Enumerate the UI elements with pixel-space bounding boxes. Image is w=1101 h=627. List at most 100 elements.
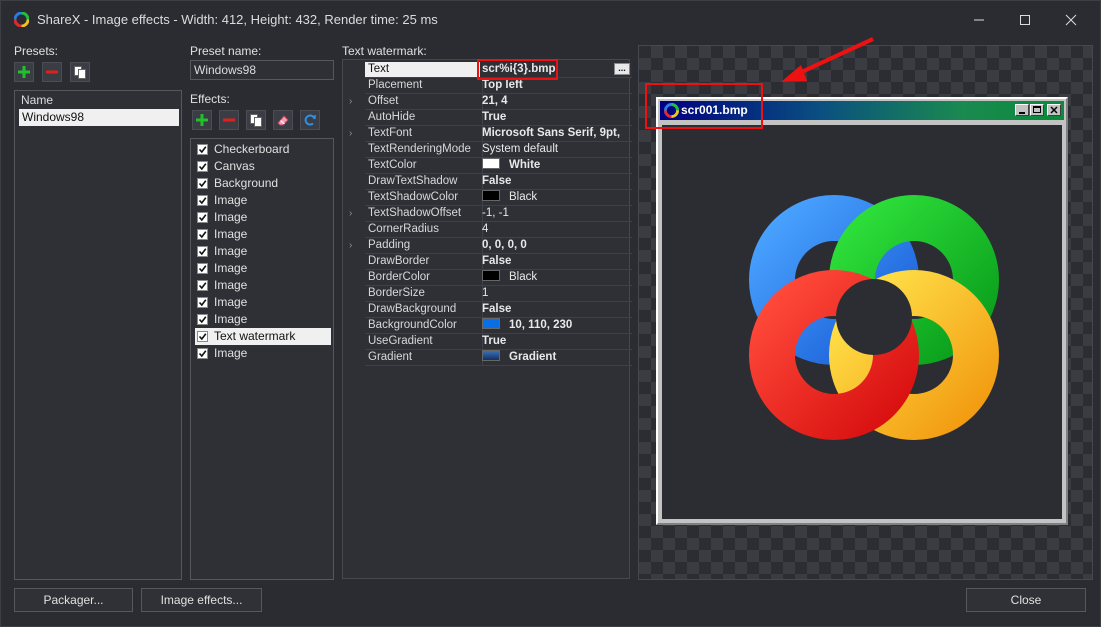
property-name: TextFont [365,126,483,142]
property-value[interactable]: True [480,334,632,350]
effect-item[interactable]: Image [195,260,331,277]
property-value[interactable]: Gradient [480,350,632,366]
expand-chevron-icon[interactable]: › [349,128,352,139]
effect-checkbox[interactable] [197,331,208,342]
effect-item[interactable]: Text watermark [195,328,331,345]
close-button[interactable]: Close [966,588,1086,612]
checkmark-icon [198,299,207,307]
property-row[interactable]: › TextFont Microsoft Sans Serif, 9pt, [343,126,632,142]
property-value[interactable]: Black [480,270,632,286]
property-row[interactable]: TextShadowColor Black [343,190,632,206]
effect-checkbox[interactable] [197,246,208,257]
property-value[interactable]: True [480,110,632,126]
expand-chevron-icon[interactable]: › [349,96,352,107]
minimize-button[interactable] [956,1,1002,38]
preset-item[interactable]: Windows98 [19,109,179,126]
effect-checkbox[interactable] [197,161,208,172]
property-value[interactable]: Black [480,190,632,206]
close-window-button[interactable] [1048,1,1094,38]
property-row[interactable]: AutoHide True [343,110,632,126]
property-value[interactable]: 10, 110, 230 [480,318,632,334]
effect-checkbox[interactable] [197,297,208,308]
property-row[interactable]: › Offset 21, 4 [343,94,632,110]
property-row[interactable]: DrawTextShadow False [343,174,632,190]
effect-item[interactable]: Canvas [195,158,331,175]
effect-item[interactable]: Image [195,277,331,294]
property-row[interactable]: CornerRadius 4 [343,222,632,238]
effects-list[interactable]: Checkerboard Canvas Background Image Image Im… [190,138,334,580]
property-row[interactable]: BackgroundColor 10, 110, 230 [343,318,632,334]
property-row[interactable]: BorderColor Black [343,270,632,286]
property-value[interactable]: 21, 4 [480,94,632,110]
effect-item[interactable]: Background [195,175,331,192]
property-row[interactable]: TextRenderingMode System default [343,142,632,158]
effect-checkbox[interactable] [197,212,208,223]
maximize-button[interactable] [1002,1,1048,38]
property-row[interactable]: UseGradient True [343,334,632,350]
effect-checkbox[interactable] [197,348,208,359]
effect-checkbox[interactable] [197,280,208,291]
preset-name-input[interactable]: Windows98 [190,60,334,80]
effect-item[interactable]: Image [195,209,331,226]
presets-column-header[interactable]: Name [16,92,180,108]
property-row[interactable]: › TextShadowOffset -1, -1 [343,206,632,222]
effect-item[interactable]: Image [195,345,331,362]
row-gutter [343,78,364,94]
property-value[interactable]: False [480,254,632,270]
refresh-button[interactable] [300,110,320,130]
property-row[interactable]: › Padding 0, 0, 0, 0 [343,238,632,254]
effect-checkbox[interactable] [197,195,208,206]
add-effect-button[interactable] [192,110,212,130]
checkmark-icon [198,265,207,273]
remove-preset-button[interactable] [42,62,62,82]
effect-item[interactable]: Image [195,226,331,243]
effect-checkbox[interactable] [197,314,208,325]
property-row[interactable]: DrawBackground False [343,302,632,318]
property-value[interactable]: False [480,302,632,318]
property-value[interactable]: White [480,158,632,174]
effect-checkbox[interactable] [197,229,208,240]
property-value[interactable]: -1, -1 [480,206,632,222]
ellipsis-button[interactable]: ... [614,63,630,75]
remove-effect-button[interactable] [219,110,239,130]
property-value[interactable]: 1 [480,286,632,302]
property-value[interactable]: 4 [480,222,632,238]
effect-item[interactable]: Image [195,192,331,209]
property-row[interactable]: Gradient Gradient [343,350,632,366]
property-name: DrawBackground [365,302,483,318]
effect-checkbox[interactable] [197,263,208,274]
effect-item[interactable]: Checkerboard [195,141,331,158]
effect-item[interactable]: Image [195,294,331,311]
property-row[interactable]: TextColor White [343,158,632,174]
effect-item[interactable]: Image [195,311,331,328]
property-value[interactable]: Microsoft Sans Serif, 9pt, [480,126,632,142]
property-name: TextColor [365,158,483,174]
checkmark-icon [198,333,207,341]
minus-icon [46,70,58,74]
effect-label: Image [214,312,248,326]
presets-list[interactable]: Name Windows98 [14,90,182,580]
duplicate-effect-button[interactable] [246,110,266,130]
effect-checkbox[interactable] [197,144,208,155]
clear-effects-button[interactable] [273,110,293,130]
property-value[interactable]: 0, 0, 0, 0 [480,238,632,254]
image-effects-button[interactable]: Image effects... [141,588,262,612]
duplicate-preset-button[interactable] [70,62,90,82]
packager-button[interactable]: Packager... [14,588,133,612]
property-row[interactable]: DrawBorder False [343,254,632,270]
color-swatch [482,350,500,361]
property-value[interactable]: System default [480,142,632,158]
expand-chevron-icon[interactable]: › [349,240,352,251]
property-row[interactable]: BorderSize 1 [343,286,632,302]
effect-checkbox[interactable] [197,178,208,189]
property-grid[interactable]: Text scr%i{3}.bmp... Placement Top left › Off… [342,59,632,579]
effect-item[interactable]: Image [195,243,331,260]
win98-client-area [662,125,1062,519]
expand-chevron-icon[interactable]: › [349,208,352,219]
property-name: CornerRadius [365,222,483,238]
property-value[interactable]: Top left [480,78,632,94]
add-preset-button[interactable] [14,62,34,82]
preview-title-highlight [645,83,763,129]
property-row[interactable]: Placement Top left [343,78,632,94]
property-value[interactable]: False [480,174,632,190]
